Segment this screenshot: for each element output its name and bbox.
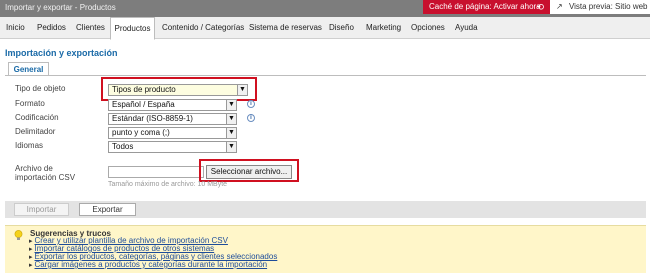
- window-title: Importar y exportar - Productos: [5, 3, 116, 12]
- nav-item-productos[interactable]: Productos: [110, 17, 155, 40]
- object-type-label: Tipo de objeto: [15, 84, 66, 93]
- page-title: Importación y exportación: [5, 48, 118, 58]
- format-value: Español / España: [112, 100, 175, 109]
- nav-item-marketing[interactable]: Marketing: [366, 17, 401, 39]
- nav-item-pedidos[interactable]: Pedidos: [37, 17, 66, 39]
- nav-item-clientes[interactable]: Clientes: [76, 17, 105, 39]
- website-preview-link[interactable]: ↗ Vista previa: Sitio web: [550, 0, 650, 14]
- object-type-highlight: [101, 77, 257, 101]
- chevron-down-icon: ▼: [226, 128, 236, 138]
- encoding-label: Codificación: [15, 113, 59, 122]
- tip-link-upload-images[interactable]: ▸ Cargar imágenes a productos y categoría…: [29, 260, 267, 269]
- encoding-value: Estándar (ISO-8859-1): [112, 114, 193, 123]
- refresh-arrows-icon: ⟲: [536, 2, 544, 12]
- export-button[interactable]: Exportar: [79, 203, 136, 216]
- tip-link-text: Cargar imágenes a productos y categorías…: [34, 260, 268, 269]
- languages-value: Todos: [112, 142, 134, 151]
- delimiter-value: punto y coma (;): [112, 128, 170, 137]
- languages-label: Idiomas: [15, 141, 44, 150]
- import-button[interactable]: Importar: [14, 203, 69, 216]
- nav-item-inicio[interactable]: Inicio: [6, 17, 25, 39]
- nav-item-ayuda[interactable]: Ayuda: [455, 17, 478, 39]
- chevron-down-icon: ▼: [226, 114, 236, 124]
- csv-file-input[interactable]: [108, 166, 204, 178]
- csv-file-label: Archivo de importación CSV: [15, 164, 76, 182]
- lightbulb-icon: [14, 230, 23, 240]
- languages-select[interactable]: Todos ▼: [108, 141, 237, 153]
- select-file-highlight: [199, 159, 299, 182]
- chevron-down-icon: ▼: [226, 142, 236, 152]
- format-label: Formato: [15, 99, 45, 108]
- nav-item-opciones[interactable]: Opciones: [411, 17, 445, 39]
- delimiter-label: Delimitador: [15, 127, 56, 136]
- page-cache-button[interactable]: Caché de página: Activar ahora ⟲: [423, 0, 550, 14]
- preview-label: Vista previa: Sitio web: [568, 2, 648, 11]
- tab-divider: [5, 75, 646, 76]
- chevron-right-icon: ▸: [29, 262, 33, 269]
- format-select[interactable]: Español / España ▼: [108, 99, 237, 111]
- nav-item-reservas[interactable]: Sistema de reservas: [249, 17, 322, 39]
- external-link-icon: ↗: [556, 2, 563, 11]
- info-icon[interactable]: i: [247, 100, 255, 108]
- chevron-down-icon: ▼: [226, 100, 236, 110]
- delimiter-select[interactable]: punto y coma (;) ▼: [108, 127, 237, 139]
- info-icon[interactable]: i: [247, 114, 255, 122]
- encoding-select[interactable]: Estándar (ISO-8859-1) ▼: [108, 113, 237, 125]
- page-cache-label: Caché de página: Activar ahora: [429, 2, 541, 11]
- main-nav: Inicio Pedidos Clientes Productos Conten…: [0, 17, 650, 40]
- max-file-size-hint: Tamaño máximo de archivo: 10 MByte: [108, 181, 228, 188]
- nav-item-diseno[interactable]: Diseño: [329, 17, 354, 39]
- nav-item-contenido[interactable]: Contenido / Categorías: [162, 17, 244, 39]
- tab-general[interactable]: General: [8, 62, 49, 76]
- top-bar: Importar y exportar - Productos Caché de…: [0, 0, 650, 17]
